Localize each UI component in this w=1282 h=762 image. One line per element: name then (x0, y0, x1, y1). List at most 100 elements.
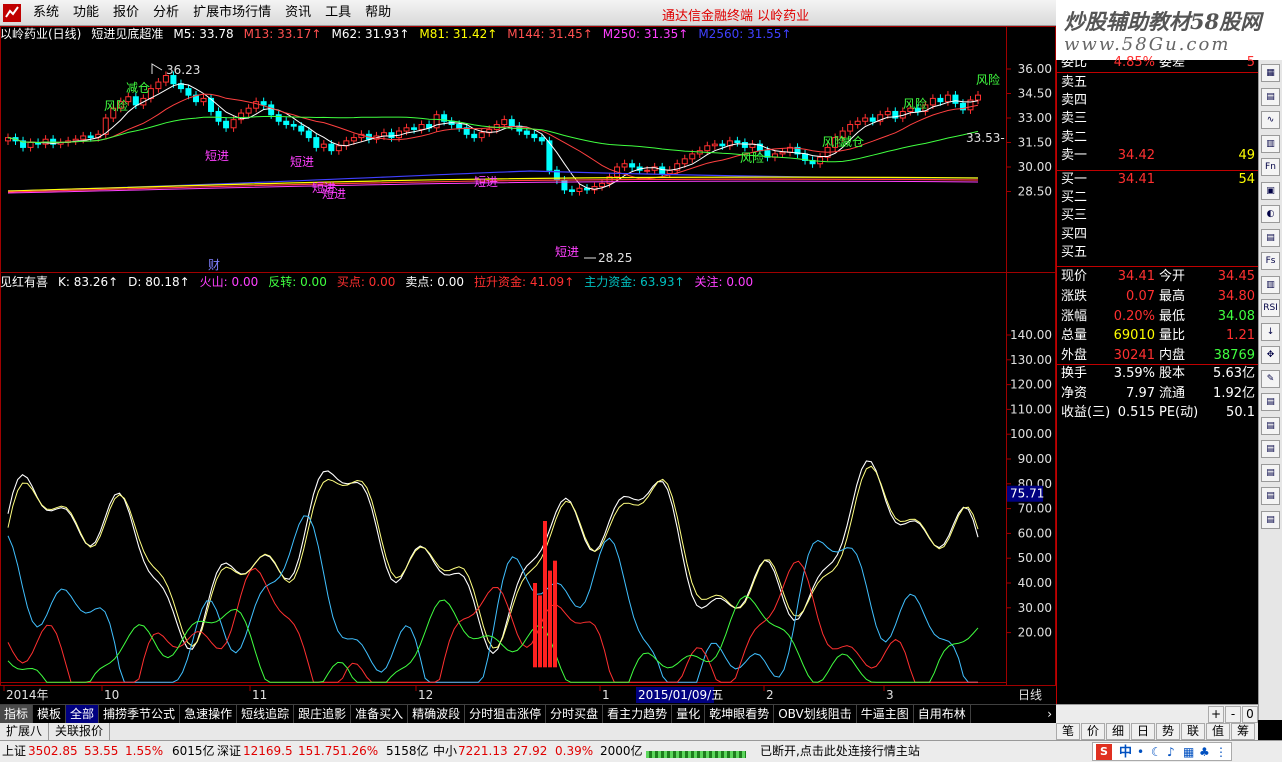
connection-status-link[interactable]: 已断开,点击此处连接行情主站 (760, 741, 920, 762)
toolbar-tool-icon[interactable]: ▤ (1261, 393, 1280, 411)
toolbar-tool-icon[interactable]: ▥ (1261, 134, 1280, 153)
main-indicator-name[interactable]: 短进见底超准 (91, 26, 163, 42)
detail-tab[interactable]: 细 (1106, 723, 1130, 740)
chart-area[interactable]: 36.00 34.50 33.00 31.50 30.00 28.50 140.00 130.… (0, 26, 1056, 686)
toolbar-tool-icon[interactable]: ✥ (1261, 346, 1280, 364)
formula-tab[interactable]: 指标 (0, 705, 34, 723)
formula-tab[interactable]: 自用布林 (914, 705, 971, 723)
detail-tab[interactable]: 价 (1081, 723, 1105, 740)
status-sh-value: 3502.85 (28, 744, 78, 758)
menu-item-2[interactable]: 报价 (106, 4, 146, 22)
formula-tab[interactable]: 跟庄追影 (294, 705, 352, 723)
period-label[interactable]: 日线 (1018, 688, 1042, 702)
indicator-name[interactable]: 见红有喜 (0, 274, 48, 290)
toolbar-tool-icon[interactable]: ▤ (1261, 416, 1280, 435)
stock-name: 以岭药业(日线) (0, 27, 82, 41)
buy-signal-bar (543, 521, 547, 668)
menu-item-1[interactable]: 功能 (66, 4, 106, 22)
toolbar-tool-icon[interactable]: ↓ (1261, 322, 1280, 341)
ime-keyboard-icon: ▦ (1183, 745, 1195, 759)
toolbar-tool-icon[interactable]: ▤ (1261, 228, 1280, 247)
menu-item-4[interactable]: 扩展市场行情 (186, 4, 278, 22)
toolbar-tool-icon[interactable]: ▤ (1261, 510, 1280, 529)
status-sh-change: 53.55 (84, 744, 119, 758)
toolbar-tool-icon[interactable]: Fn (1261, 158, 1280, 176)
buy-row: 买五 (1057, 244, 1259, 262)
formula-tab[interactable]: 分时买盘 (546, 705, 604, 723)
toolbar-tool-icon[interactable]: ▤ (1261, 87, 1280, 106)
toolbar-tool-icon[interactable]: ∿ (1261, 111, 1280, 129)
formula-tab[interactable]: 模板 (33, 705, 67, 723)
fundamental-label: 股本 (1159, 366, 1186, 381)
toolbar-tool-icon[interactable]: ▤ (1261, 440, 1280, 458)
formula-tab[interactable]: 乾坤眼看势 (705, 705, 775, 723)
extension-tab[interactable]: 扩展八 (0, 723, 50, 740)
detail-tab[interactable]: 筹 (1231, 723, 1255, 740)
status-zx-change: 27.92 (513, 744, 548, 758)
stat-label: 外盘 (1061, 348, 1088, 364)
menu-item-7[interactable]: 帮助 (358, 4, 398, 22)
candle-body (478, 132, 485, 139)
menu-item-0[interactable]: 系统 (26, 4, 66, 22)
candle-body (884, 110, 891, 116)
toolbar-tool-icon[interactable]: ◐ (1261, 205, 1280, 223)
formula-tab[interactable]: 牛逼主图 (857, 705, 914, 723)
menu-item-3[interactable]: 分析 (146, 4, 186, 22)
detail-tab[interactable]: 日 (1131, 723, 1155, 740)
fundamental-label: 收益(三) (1061, 405, 1111, 420)
formula-tab[interactable]: 精确波段 (408, 705, 466, 723)
formula-tab[interactable]: 短线追踪 (237, 705, 295, 723)
candle-body (200, 97, 207, 103)
date-axis-label: 10 (104, 688, 119, 702)
toolbar-tool-icon[interactable]: ✎ (1261, 369, 1280, 388)
candle-body (741, 142, 748, 148)
formula-tab[interactable]: OBV划线阻击 (774, 705, 857, 723)
indicator-axis-label: 30.00 (1018, 601, 1052, 615)
detail-tab[interactable]: 联 (1181, 723, 1205, 740)
menu-item-6[interactable]: 工具 (318, 4, 358, 22)
formula-tab[interactable]: 分时狙击涨停 (465, 705, 547, 723)
formula-tab[interactable]: 捕捞季节公式 (99, 705, 181, 723)
stat-row: 现价 34.41 今开 34.45 (1057, 268, 1259, 286)
indicator-field: D: 80.18↑ (128, 275, 190, 289)
indicator-axis-label: 110.00 (1010, 402, 1052, 416)
side-toolbar: ▦ ▤ ∿ ▥ Fn ▣ ◐ ▤ Fs ▥ RSI ↓ ✥ ✎ ▤ ▤ ▤ ▤ ▤ ▤ (1258, 60, 1282, 720)
detail-tab[interactable]: 值 (1206, 723, 1230, 740)
zoom-button[interactable]: + (1208, 706, 1224, 723)
indicator-field: K: 83.26↑ (58, 275, 119, 289)
toolbar-tool-icon[interactable]: ▤ (1261, 463, 1280, 482)
order-ratio-row: 委比 4.85% 委差 5 (1057, 54, 1259, 72)
toolbar-tool-icon[interactable]: Fs (1261, 252, 1280, 270)
high-marker (151, 63, 163, 74)
kline-chart[interactable]: 36.00 34.50 33.00 31.50 30.00 28.50 140.00 130.… (0, 26, 1056, 686)
zoom-button[interactable]: 0 (1242, 706, 1258, 723)
buy-level-label: 买五 (1061, 244, 1088, 260)
fundamental-value: 5.63亿 (1213, 366, 1255, 381)
toolbar-tool-icon[interactable]: ▣ (1261, 181, 1280, 200)
detail-tab[interactable]: 势 (1156, 723, 1180, 740)
status-signal-bars (646, 746, 746, 758)
formula-tab[interactable]: 急速操作 (180, 705, 238, 723)
formula-tab[interactable]: 准备买入 (351, 705, 409, 723)
formula-tab[interactable]: 量化 (672, 705, 706, 723)
toolbar-tool-icon[interactable]: ▤ (1261, 487, 1280, 505)
separator (1057, 72, 1259, 73)
candle-body (283, 120, 290, 126)
ime-skin-icon: ♣ (1199, 745, 1210, 759)
toolbar-tool-icon[interactable]: ▦ (1261, 64, 1280, 82)
formula-tab[interactable]: 全部 (66, 705, 100, 723)
candle-body (531, 133, 538, 139)
price-axis-label: 33.00 (1018, 111, 1052, 125)
ime-bar[interactable]: S 中 • ☾ ♪ ▦ ♣ ⋮ (1092, 742, 1232, 761)
zoom-button[interactable]: - (1225, 706, 1241, 723)
formula-tab[interactable]: 看主力趋势 (603, 705, 673, 723)
candle-body (290, 124, 297, 127)
status-sz-change: 151.75 (298, 744, 340, 758)
menu-item-5[interactable]: 资讯 (278, 4, 318, 22)
extension-tab[interactable]: 关联报价 (49, 723, 111, 740)
candle-body (711, 143, 718, 147)
detail-tab[interactable]: 笔 (1056, 723, 1080, 740)
tab-scroll-right-icon[interactable]: › (1043, 705, 1056, 723)
toolbar-tool-icon[interactable]: ▥ (1261, 275, 1280, 294)
toolbar-tool-icon[interactable]: RSI (1261, 299, 1280, 317)
